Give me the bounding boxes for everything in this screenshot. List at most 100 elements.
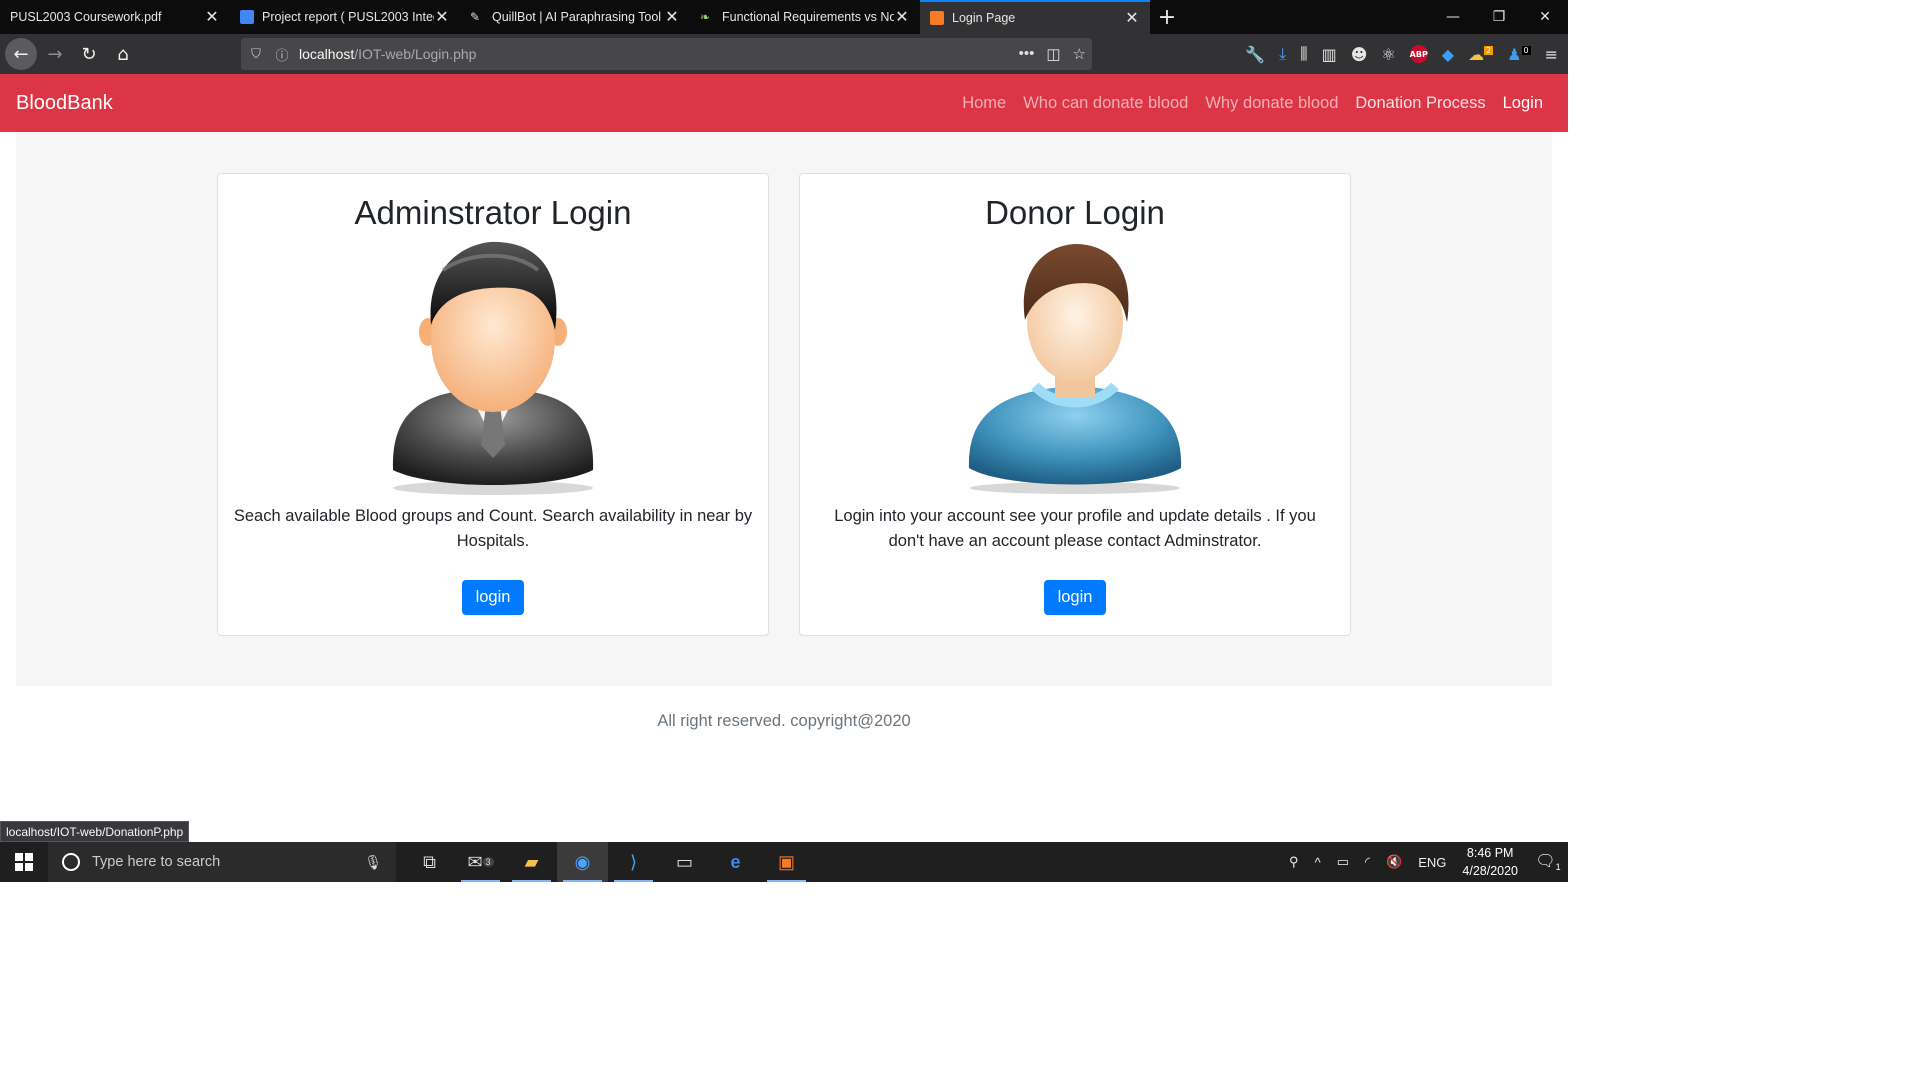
admin-login-card: Adminstrator Login Seach available Blood… [217,173,769,636]
tab-title: Functional Requirements vs No [722,10,894,24]
clock-time: 8:46 PM [1466,846,1514,860]
taskbar-search-box[interactable]: Type here to search 🎙 [48,842,396,882]
xampp-app-icon[interactable]: ▣ [761,842,812,882]
nav-donation-process[interactable]: Donation Process [1355,94,1485,113]
tab-quillbot[interactable]: ✎ QuillBot | AI Paraphrasing Tool ✕ [460,0,690,34]
info-icon[interactable]: ⓘ [271,45,293,64]
back-arrow-icon[interactable]: ← [5,38,37,70]
toolbar-icons: 🔧 ⤓ ⫼ ▥ ☻ ⚛ ABP ◆ ☁ 2 ♟ 0 ≡ [1245,34,1558,74]
clock-date: 4/28/2020 [1462,864,1518,878]
taskbar-apps: ⧉ ✉ 3 ▰ ◉ ⟩ ▭ e ▣ [404,842,812,882]
notification-count: 1 [1555,862,1561,873]
search-placeholder: Type here to search [92,854,221,870]
wrench-icon[interactable]: 🔧 [1245,45,1265,64]
footer-copyright: All right reserved. copyright@2020 [657,712,911,730]
system-tray: ⚲ ^ ▭ ◜ 🔇 ENG 8:46 PM 4/28/2020 🗨1 [1281,842,1568,882]
close-window-icon[interactable]: ✕ [1522,0,1568,34]
tab-title: PUSL2003 Coursework.pdf [10,10,162,24]
nav-home[interactable]: Home [962,94,1006,113]
leaf-icon: ❧ [700,10,711,24]
close-icon[interactable]: ✕ [894,7,910,27]
status-bar-url: localhost/IOT-web/DonationP.php [0,821,190,842]
url-host: localhost [299,46,355,62]
donor-card-title: Donor Login [985,194,1165,231]
task-view-icon[interactable]: ⧉ [404,842,455,882]
language-indicator[interactable]: ENG [1418,855,1446,870]
extension-a-badge: 2 [1484,46,1494,56]
tab-pusl2003-coursework[interactable]: PUSL2003 Coursework.pdf ✕ [0,0,230,34]
brand-logo[interactable]: BloodBank [16,92,113,115]
bookmark-star-icon[interactable]: ☆ [1073,45,1086,63]
cortana-icon [62,853,80,871]
vscode-icon[interactable]: ⟩ [608,842,659,882]
extension-a-icon[interactable]: ☁ 2 [1468,45,1494,64]
close-icon[interactable]: ✕ [434,7,450,27]
download-icon[interactable]: ⤓ [1279,44,1286,64]
minimize-icon[interactable]: — [1430,0,1476,34]
nav-who-can-donate[interactable]: Who can donate blood [1023,94,1188,113]
mail-badge: 3 [482,857,494,867]
shield-icon[interactable]: ⛉ [245,46,267,62]
notification-center-icon[interactable]: 🗨1 [1528,851,1568,872]
xampp-icon [930,11,944,25]
start-button[interactable] [0,842,48,882]
extension-b-badge: 0 [1521,46,1531,56]
address-bar[interactable]: ⛉ ⓘ localhost/IOT-web/Login.php ••• ◫ ☆ [241,38,1092,70]
donor-avatar-icon [955,240,1195,496]
mail-app-icon[interactable]: ✉ 3 [455,842,506,882]
forward-arrow-icon[interactable]: → [39,38,71,70]
volume-muted-icon[interactable]: 🔇 [1386,854,1402,870]
reload-icon[interactable]: ↻ [73,38,105,70]
admin-login-button[interactable]: login [461,580,525,615]
admin-card-title: Adminstrator Login [354,194,632,231]
window-controls: — ❐ ✕ [1430,0,1568,34]
admin-card-description: Seach available Blood groups and Count. … [233,507,753,550]
pocket-icon[interactable]: ◫ [1046,45,1060,63]
tab-login-page[interactable]: Login Page ✕ [920,0,1150,34]
login-section: Adminstrator Login Seach available Blood… [16,132,1552,686]
site-navbar: BloodBank Home Who can donate blood Why … [0,74,1568,132]
sidebar-icon[interactable]: ▥ [1322,45,1337,64]
nav-why-donate[interactable]: Why donate blood [1205,94,1338,113]
page-actions-menu-icon[interactable]: ••• [1019,45,1035,63]
close-icon[interactable]: ✕ [1124,8,1140,28]
gem-extension-icon[interactable]: ◆ [1442,45,1454,64]
microphone-icon[interactable]: 🎙 [364,854,382,871]
library-icon[interactable]: ⫼ [1300,44,1307,64]
show-hidden-icons-chevron[interactable]: ^ [1315,855,1321,870]
file-explorer-icon[interactable]: ▰ [506,842,557,882]
extension-b-icon[interactable]: ♟ 0 [1507,45,1531,64]
tab-functional-requirements[interactable]: ❧ Functional Requirements vs No ✕ [690,0,920,34]
wifi-icon[interactable]: ◜ [1365,854,1370,870]
nav-login[interactable]: Login [1503,94,1543,113]
url-path: /IOT-web/Login.php [354,46,477,62]
tab-title: Project report ( PUSL2003 Integ [262,10,434,24]
browser-tab-strip: PUSL2003 Coursework.pdf ✕ Project report… [0,0,1568,34]
account-icon[interactable]: ☻ [1351,45,1368,64]
adblock-plus-icon[interactable]: ABP [1410,45,1428,63]
terminal-icon[interactable]: ▭ [659,842,710,882]
tab-title: Login Page [952,11,1016,25]
tab-project-report[interactable]: Project report ( PUSL2003 Integ ✕ [230,0,460,34]
tab-title: QuillBot | AI Paraphrasing Tool [492,10,662,24]
administrator-avatar-icon [373,240,613,496]
clock[interactable]: 8:46 PM 4/28/2020 [1462,844,1518,880]
new-tab-button[interactable]: + [1150,0,1184,34]
close-icon[interactable]: ✕ [664,7,680,27]
donor-card-description: Login into your account see your profile… [834,507,1316,550]
hamburger-menu-icon[interactable]: ≡ [1545,45,1558,64]
edge-icon[interactable]: e [710,842,761,882]
donor-login-button[interactable]: login [1043,580,1107,615]
firefox-icon[interactable]: ◉ [557,842,608,882]
quillbot-icon: ✎ [470,10,481,24]
nav-links: Home Who can donate blood Why donate blo… [962,94,1543,113]
close-icon[interactable]: ✕ [204,7,220,27]
react-devtools-icon[interactable]: ⚛ [1381,45,1395,64]
restore-icon[interactable]: ❐ [1476,0,1522,34]
home-icon[interactable]: ⌂ [107,38,139,70]
people-icon[interactable]: ⚲ [1289,854,1299,870]
windows-taskbar: Type here to search 🎙 ⧉ ✉ 3 ▰ ◉ ⟩ ▭ e ▣ ⚲… [0,842,1568,882]
browser-toolbar: ← → ↻ ⌂ ⛉ ⓘ localhost/IOT-web/Login.php … [0,34,1568,74]
donor-login-card: Donor Login Login into your account see … [799,173,1351,636]
battery-icon[interactable]: ▭ [1337,854,1349,870]
